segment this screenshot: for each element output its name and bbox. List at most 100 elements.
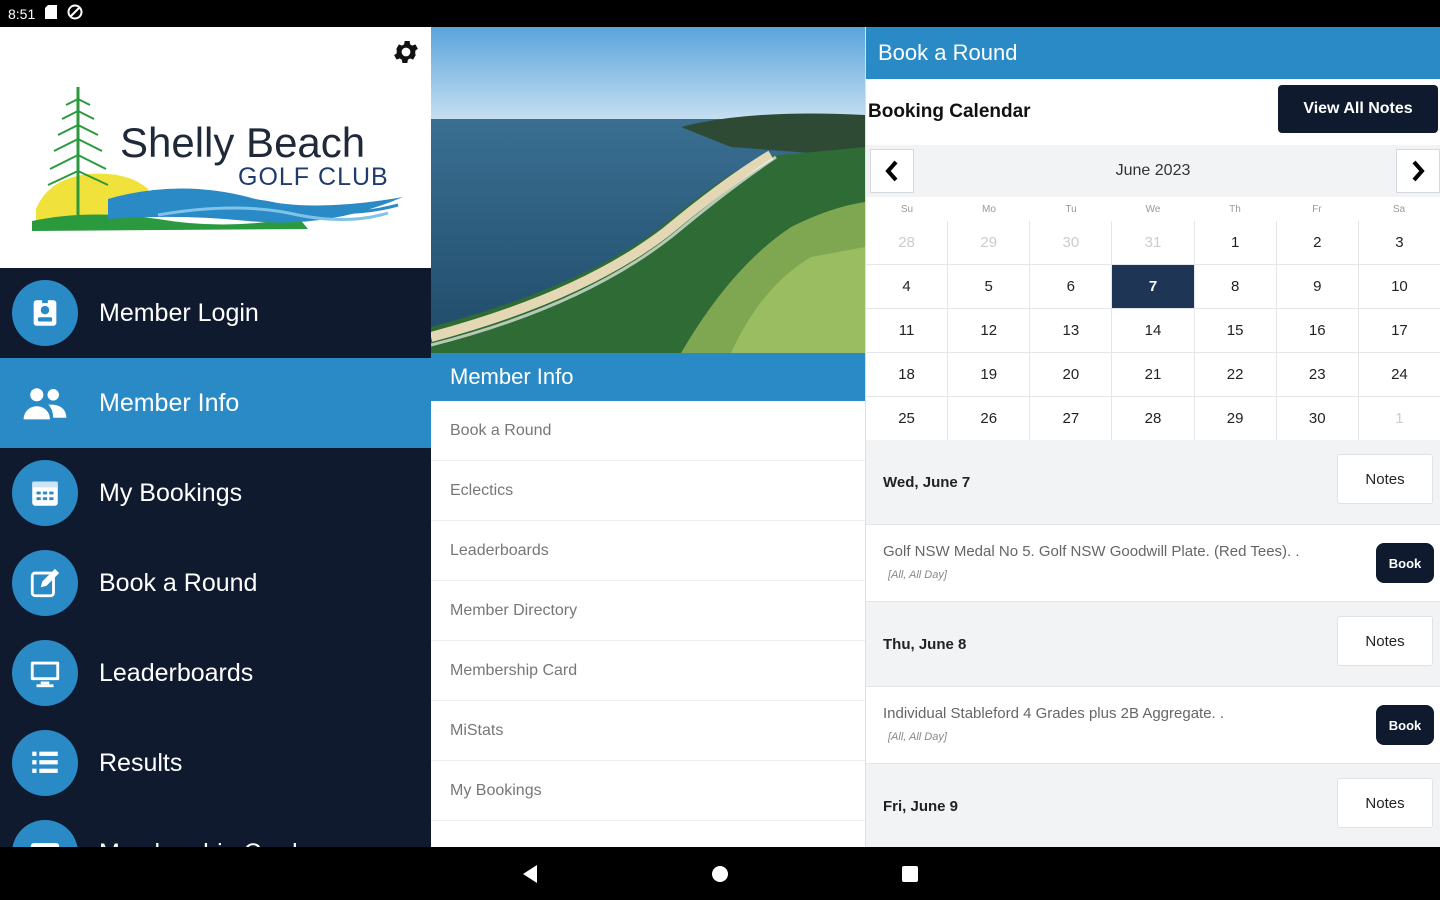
calendar-month: June 2023 [1115,162,1191,179]
sd-card-icon [45,5,58,22]
recents-icon[interactable] [890,854,930,894]
nav-label: Book a Round [99,568,258,597]
nav-item-book-a-round[interactable]: Book a Round [0,538,431,628]
event-title: Individual Stableford 4 Grades plus 2B A… [883,705,1225,722]
calendar-day[interactable]: 21 [1112,353,1194,396]
left-nav: Shelly Beach GOLF CLUB Member Login Memb… [0,27,431,847]
next-month-button[interactable] [1396,149,1440,193]
list-item-eclectics[interactable]: Eclectics [431,461,865,521]
calendar-day[interactable]: 17 [1358,309,1440,352]
date-label: Wed, June 7 [883,473,971,491]
calendar-day[interactable]: 4 [866,265,948,308]
nav-label: Leaderboards [99,658,254,687]
calendar-day[interactable]: 14 [1112,309,1194,352]
calendar-day[interactable]: 10 [1358,265,1440,308]
nav-item-my-bookings[interactable]: My Bookings [0,448,431,538]
list-item-leaderboards[interactable]: Leaderboards [431,521,865,581]
book-a-round-panel: Book a Round Booking Calendar View All N… [865,27,1440,847]
view-all-notes-button[interactable]: View All Notes [1278,85,1438,133]
calendar-day[interactable]: 11 [866,309,948,352]
member-info-panel: Member Info Book a Round Eclectics Leade… [431,27,865,847]
chevron-right-icon [1412,160,1425,182]
book-button[interactable]: Book [1376,705,1434,745]
calendar-day[interactable]: 26 [948,397,1030,440]
book-button[interactable]: Book [1376,543,1434,583]
status-time: 8:51 [8,5,36,22]
weekday-label: Mo [982,203,996,215]
chevron-left-icon [885,160,898,182]
nav-item-membership-card[interactable]: Membership Card [0,808,431,847]
calendar-day[interactable]: 29 [948,221,1030,264]
date-row: Fri, June 9 Notes [866,764,1440,847]
date-row: Wed, June 7 Notes [866,440,1440,524]
calendar-day[interactable]: 16 [1276,309,1358,352]
nav-label: Results [99,748,183,777]
nav-item-member-info[interactable]: Member Info [0,358,431,448]
coastline-hero-image [431,27,865,353]
list-item-mistats[interactable]: MiStats [431,701,865,761]
calendar-day[interactable]: 3 [1358,221,1440,264]
calendar-day[interactable]: 1 [1358,397,1440,440]
calendar-day[interactable]: 30 [1276,397,1358,440]
gear-icon[interactable] [391,37,421,67]
calendar-day[interactable]: 12 [948,309,1030,352]
app-root: 8:51 Shelly Beach GOLF CLUB Member Login… [0,0,1440,900]
calendar-day[interactable]: 13 [1030,309,1112,352]
nav-item-results[interactable]: Results [0,718,431,808]
calendar-day[interactable]: 25 [866,397,948,440]
calendar-day[interactable]: 23 [1276,353,1358,396]
back-icon[interactable] [510,854,550,894]
calendar-header: June 2023 [866,145,1440,197]
nav-item-member-login[interactable]: Member Login [0,268,431,358]
sessions-list: Wed, June 7 Notes Golf NSW Medal No 5. G… [866,440,1440,847]
home-icon[interactable] [700,854,740,894]
calendar-day[interactable]: 1 [1194,221,1276,264]
calendar-day[interactable]: 5 [948,265,1030,308]
event-subtitle: [All, All Day] [888,731,947,743]
calendar-day[interactable]: 2 [1276,221,1358,264]
calendar-day[interactable]: 28 [866,221,948,264]
calendar-day-selected[interactable]: 7 [1112,265,1194,308]
calendar-day[interactable]: 15 [1194,309,1276,352]
calendar-day[interactable]: 9 [1276,265,1358,308]
list-item-book-a-round[interactable]: Book a Round [431,401,865,461]
calendar-day[interactable]: 27 [1030,397,1112,440]
edit-icon [12,550,78,616]
nav-label: Member Login [99,298,259,327]
calendar-day[interactable]: 8 [1194,265,1276,308]
calendar-day[interactable]: 31 [1112,221,1194,264]
club-subtitle: GOLF CLUB [238,163,389,191]
nav-item-leaderboards[interactable]: Leaderboards [0,628,431,718]
users-icon [12,370,78,436]
status-bar: 8:51 [0,0,1440,847]
booking-calendar-title: Booking Calendar [868,101,1031,122]
calendar-day[interactable]: 30 [1030,221,1112,264]
club-logo-area: Shelly Beach GOLF CLUB [0,27,431,268]
calendar-day[interactable]: 29 [1194,397,1276,440]
badge-icon [12,280,78,346]
event-row[interactable]: Golf NSW Medal No 5. Golf NSW Goodwill P… [866,524,1440,602]
nav-label: Member Info [99,388,240,417]
calendar-day[interactable]: 19 [948,353,1030,396]
event-row[interactable]: Individual Stableford 4 Grades plus 2B A… [866,686,1440,764]
calendar-day[interactable]: 24 [1358,353,1440,396]
no-entry-icon [67,4,83,23]
club-name: Shelly Beach [120,119,366,166]
calendar-day[interactable]: 22 [1194,353,1276,396]
monitor-icon [12,640,78,706]
notes-button[interactable]: Notes [1337,616,1433,666]
list-item-member-directory[interactable]: Member Directory [431,581,865,641]
calendar-day[interactable]: 28 [1112,397,1194,440]
calendar-day[interactable]: 6 [1030,265,1112,308]
list-item-my-bookings[interactable]: My Bookings [431,761,865,821]
list-icon [12,730,78,796]
weekday-label: Fr [1312,203,1322,215]
card-icon [12,820,78,847]
notes-button[interactable]: Notes [1337,454,1433,504]
list-item-membership-card[interactable]: Membership Card [431,641,865,701]
calendar-days-grid: 28 29 30 31 1 2 3 4 5 6 7 8 9 10 11 12 13 14 15 16 17 18 19 20 2… [866,221,1440,440]
calendar-day[interactable]: 20 [1030,353,1112,396]
calendar-day[interactable]: 18 [866,353,948,396]
prev-month-button[interactable] [870,149,914,193]
notes-button[interactable]: Notes [1337,778,1433,828]
